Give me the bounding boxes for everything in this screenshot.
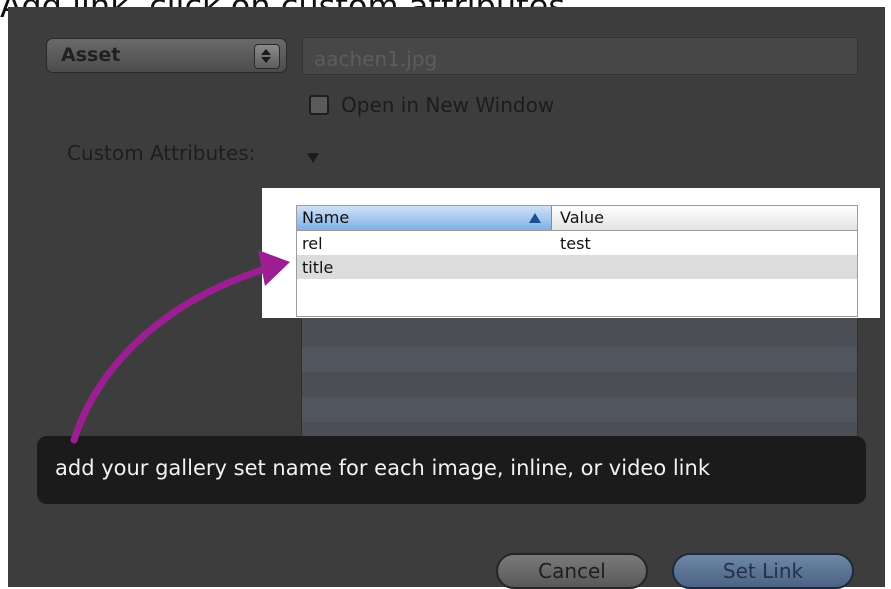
- column-header-name-label: Name: [302, 208, 350, 227]
- table-row[interactable]: rel test: [297, 231, 857, 255]
- attributes-table-highlight: Name Value rel test title: [262, 188, 880, 318]
- table-row[interactable]: title: [297, 255, 857, 279]
- open-new-window-label: Open in New Window: [341, 93, 555, 117]
- attribute-name-cell[interactable]: rel: [302, 234, 323, 253]
- attributes-table[interactable]: Name Value rel test title: [296, 205, 858, 317]
- disclosure-triangle-icon[interactable]: [306, 149, 320, 168]
- column-header-value[interactable]: Value: [552, 206, 857, 230]
- popup-stepper-icon: [254, 44, 280, 69]
- cancel-button[interactable]: Cancel: [496, 553, 648, 589]
- open-new-window-checkbox[interactable]: [309, 95, 329, 115]
- table-header: Name Value: [297, 206, 857, 231]
- tip-callout-text: add your gallery set name for each image…: [55, 456, 710, 480]
- link-type-popup[interactable]: Asset: [46, 38, 287, 73]
- set-link-button[interactable]: Set Link: [672, 553, 854, 589]
- custom-attributes-label: Custom Attributes:: [67, 141, 256, 165]
- column-header-name[interactable]: Name: [297, 206, 552, 230]
- sort-ascending-icon: [529, 213, 541, 223]
- column-header-value-label: Value: [560, 208, 604, 227]
- url-field[interactable]: aachen1.jpg: [302, 37, 858, 75]
- attribute-value-cell[interactable]: test: [560, 234, 591, 253]
- link-type-value: Asset: [61, 44, 121, 66]
- attribute-name-cell[interactable]: title: [302, 258, 333, 277]
- tip-callout: add your gallery set name for each image…: [37, 436, 866, 504]
